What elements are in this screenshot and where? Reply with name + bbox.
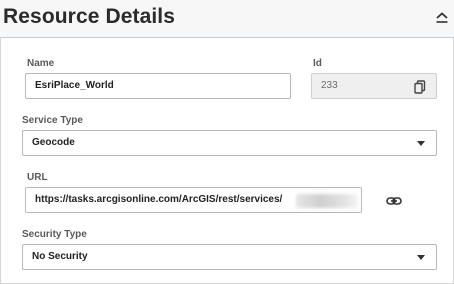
name-label: Name	[27, 58, 55, 69]
url-value: https://tasks.arcgisonline.com/ArcGIS/re…	[35, 194, 283, 205]
resource-details-panel: Resource Details Name EsriPlace_World Id…	[0, 0, 454, 284]
caret-down-icon	[417, 141, 425, 146]
chevron-up-icon	[436, 12, 448, 23]
link-icon	[386, 197, 402, 205]
panel-title: Resource Details	[3, 5, 176, 28]
copy-icon[interactable]	[414, 80, 426, 94]
service-type-label: Service Type	[22, 115, 83, 126]
service-type-value: Geocode	[32, 137, 75, 148]
open-link-button[interactable]	[385, 194, 403, 208]
collapse-button[interactable]	[434, 9, 450, 27]
id-field: 233	[311, 73, 437, 99]
security-type-label: Security Type	[22, 229, 87, 240]
url-input[interactable]: https://tasks.arcgisonline.com/ArcGIS/re…	[25, 187, 362, 213]
name-input[interactable]: EsriPlace_World	[25, 73, 291, 99]
redacted-url-segment	[296, 194, 358, 208]
security-type-select[interactable]: No Security	[22, 244, 437, 270]
id-value: 233	[321, 80, 338, 91]
url-label: URL	[27, 172, 48, 183]
id-label: Id	[313, 58, 322, 69]
panel-header: Resource Details	[0, 0, 454, 38]
security-type-value: No Security	[32, 251, 88, 262]
caret-down-icon	[417, 255, 425, 260]
service-type-select[interactable]: Geocode	[22, 130, 437, 156]
